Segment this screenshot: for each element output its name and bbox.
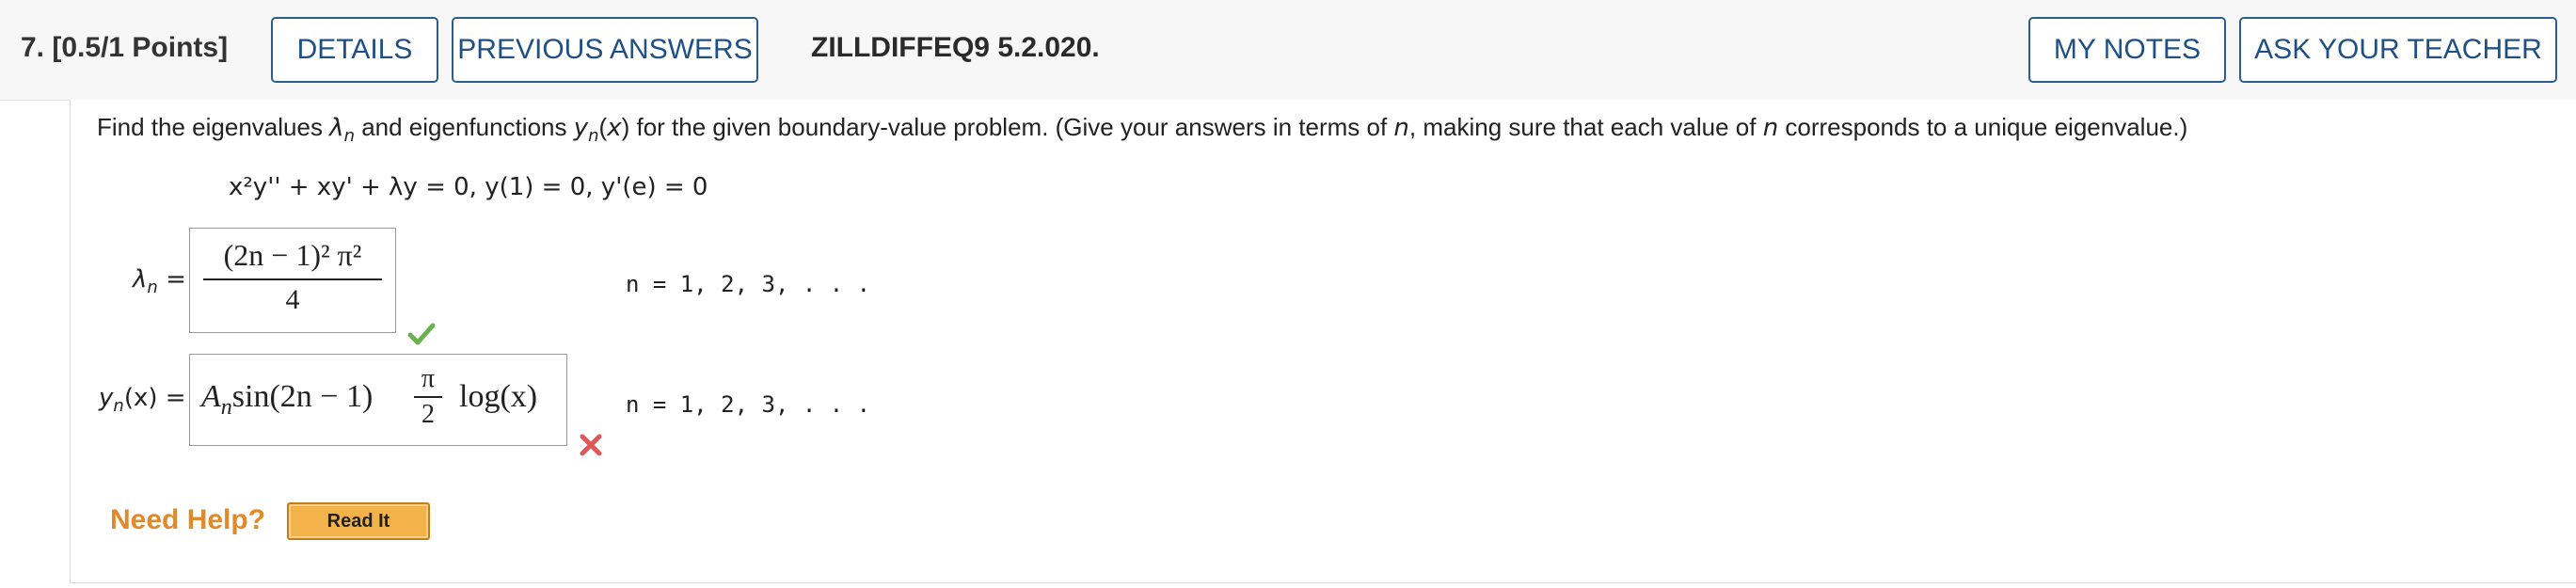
question-prompt: Find the eigenvalues λn and eigenfunctio… xyxy=(97,113,2188,147)
ask-your-teacher-button[interactable]: ASK YOUR TEACHER xyxy=(2239,17,2557,83)
differential-equation: x²y'' + xy' + λy = 0, y(1) = 0, y'(e) = … xyxy=(229,173,708,201)
my-notes-button[interactable]: MY NOTES xyxy=(2028,17,2226,83)
question-points: 7. [0.5/1 Points] xyxy=(21,32,229,63)
eigenvalue-denominator: 4 xyxy=(285,284,300,315)
previous-answers-button[interactable]: PREVIOUS ANSWERS xyxy=(452,17,758,83)
eigenfunction-n-range: n = 1, 2, 3, . . . xyxy=(626,391,871,418)
question-header: 7. [0.5/1 Points] DETAILS PREVIOUS ANSWE… xyxy=(0,0,2576,101)
fraction-bar xyxy=(203,278,382,280)
eigenfunction-answer-box[interactable]: Ansin(2n − 1) π 2 log(x) xyxy=(189,354,567,446)
incorrect-x-icon xyxy=(580,434,602,456)
eigenvalue-numerator: (2n − 1)² π² xyxy=(223,238,362,272)
correct-check-icon xyxy=(407,323,436,345)
question-body: Find the eigenvalues λn and eigenfunctio… xyxy=(70,100,2576,583)
eigenfunction-expression: Ansin(2n − 1) xyxy=(201,379,374,420)
eigenvalue-answer-box[interactable]: (2n − 1)² π² 4 xyxy=(189,228,396,333)
eigenvalue-fraction: (2n − 1)² π² 4 xyxy=(203,238,382,316)
pi-over-two-fraction: π 2 xyxy=(414,364,442,430)
details-button[interactable]: DETAILS xyxy=(271,17,438,83)
eigenfunction-log: log(x) xyxy=(459,379,538,414)
eigenvalue-n-range: n = 1, 2, 3, . . . xyxy=(626,271,871,297)
eigenfunction-label: yn(x) = xyxy=(99,384,186,417)
eigenvalue-label: λn = xyxy=(133,265,186,298)
need-help-label: Need Help? xyxy=(110,504,266,535)
read-it-button[interactable]: Read It xyxy=(287,502,430,540)
question-id: ZILLDIFFEQ9 5.2.020. xyxy=(811,32,1100,63)
